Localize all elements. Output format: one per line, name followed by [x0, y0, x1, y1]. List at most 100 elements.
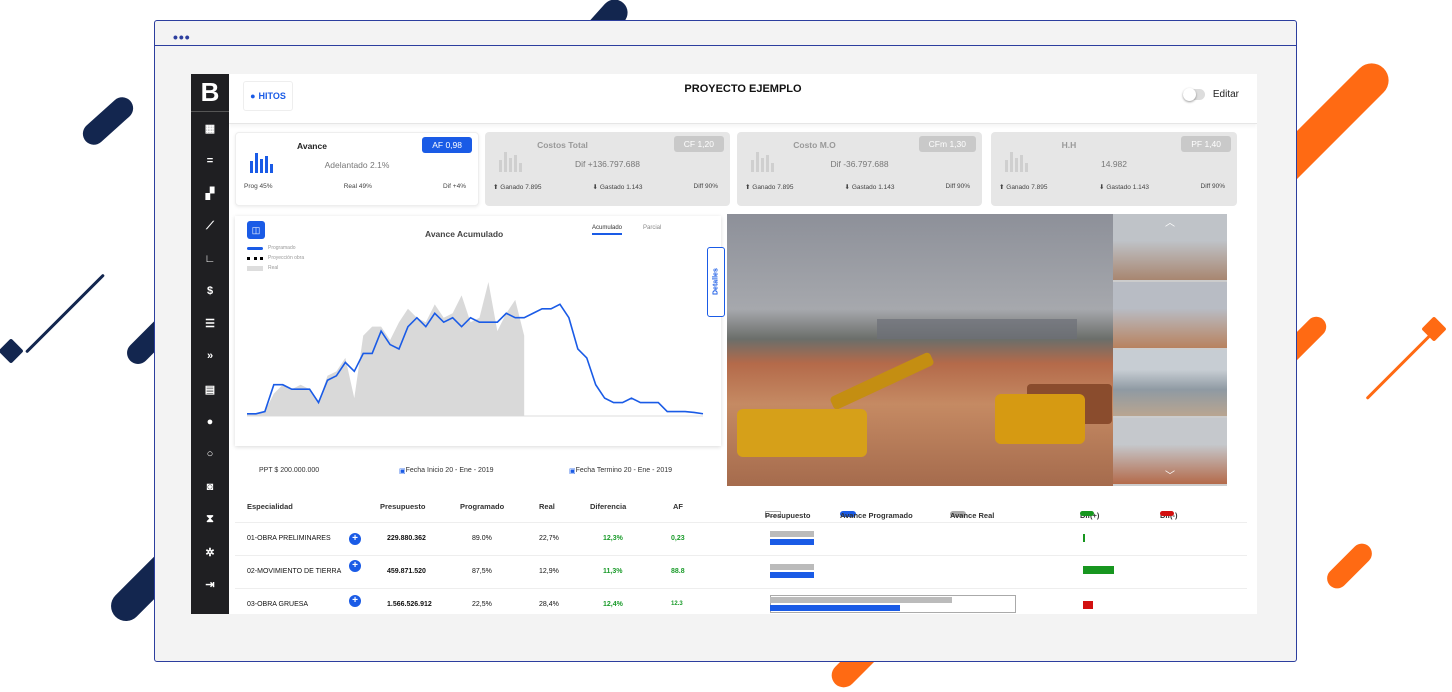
kpi-title: Avance [297, 141, 327, 151]
logout-icon[interactable]: ⇥ [191, 568, 229, 601]
legend-proyeccion: Proyección obra [247, 253, 304, 263]
table-header: Especialidad Presupuesto Programado Real… [235, 492, 1247, 522]
sidebar: B ▦ = ▞ ⟋ ∟ $ ☰ » ▤ ● ○ ◙ ⧗ ✲ ⇥ [191, 74, 229, 614]
cell-real: 28,4% [539, 601, 559, 608]
kpi-foot-3: Diff 90% [1200, 183, 1225, 190]
chevron-up-icon[interactable]: ︿ [1113, 214, 1227, 229]
series-real-area [247, 282, 525, 416]
trend-icon[interactable]: ⟋ [191, 210, 229, 243]
dollar-icon[interactable]: $ [191, 275, 229, 308]
avance-chart-card: ◫ Avance Acumulado Acumulado Parcial Pro… [235, 216, 725, 446]
cell-especialidad: 02-MOVIMIENTO DE TIERRA [247, 568, 342, 575]
expand-plus-icon[interactable]: + [349, 595, 361, 607]
col-especialidad: Especialidad [247, 502, 293, 511]
kpi-card-avance[interactable]: Avance AF 0,98 Adelantado 2.1% Prog 45% … [235, 132, 479, 206]
photo-excavator [737, 409, 867, 457]
cell-diferencia: 12,3% [603, 535, 623, 542]
kpi-card-costo-mo[interactable]: Costo M.O CFm 1,30 Dif -36.797.688 ⬆ Gan… [737, 132, 982, 206]
kpi-foot-1: Prog 45% [244, 183, 273, 190]
bar-real [770, 564, 815, 570]
table-row[interactable]: 02-MOVIMIENTO DE TIERRA + 459.871.520 87… [235, 555, 1247, 588]
thumbnail[interactable] [1113, 282, 1227, 348]
fecha-termino: ▣ Fecha Termino 20 - Ene - 2019 [569, 467, 672, 475]
construction-photo[interactable] [727, 214, 1113, 486]
cell-especialidad: 03-OBRA GRUESA [247, 601, 309, 608]
frame-divider [155, 45, 1296, 46]
chart-axis-icon[interactable]: ∟ [191, 242, 229, 275]
bar-real [770, 531, 815, 537]
kpi-badge: AF 0,98 [422, 137, 472, 153]
camera-icon[interactable]: ◙ [191, 471, 229, 504]
chart-legend: Programado Proyección obra Real [247, 243, 304, 273]
col-diferencia: Diferencia [590, 502, 627, 511]
edit-label: Editar [1212, 89, 1239, 100]
photo-skyline [877, 319, 1077, 339]
chevron-down-icon[interactable]: ﹀ [1113, 467, 1227, 482]
kpi-main-value: 14.982 [1101, 159, 1127, 169]
decor-stroke [25, 273, 105, 354]
window-dots: ••• [173, 29, 191, 45]
edit-toggle[interactable] [1182, 88, 1205, 101]
kpi-main-value: Dif -36.797.688 [830, 159, 889, 169]
bar-programado [770, 572, 815, 578]
table-row[interactable]: 01-OBRA PRELIMINARES + 229.880.362 89.0%… [235, 522, 1247, 555]
kpi-footer: Prog 45% Real 49% Dif +4% [244, 183, 466, 190]
menu-equal-icon[interactable]: = [191, 145, 229, 178]
project-title: PROYECTO EJEMPLO [684, 83, 802, 95]
user-outline-icon[interactable]: ○ [191, 438, 229, 471]
kpi-foot-2: Real 49% [343, 183, 372, 190]
kpi-foot-1: ⬆ Ganado 7.895 [999, 184, 1048, 191]
bar-diferencia [1083, 534, 1085, 542]
fast-forward-icon[interactable]: » [191, 340, 229, 373]
tab-parcial[interactable]: Parcial [643, 225, 661, 231]
bar-diferencia [1083, 566, 1115, 574]
photo-thumbnails: ︿ ﹀ [1113, 214, 1227, 486]
table-row[interactable]: 03-OBRA GRUESA + 1.566.526.912 22,5% 28,… [235, 588, 1247, 614]
expand-plus-icon[interactable]: + [349, 533, 361, 545]
kpi-foot-3: Diff 90% [945, 183, 970, 190]
kpi-card-costos-total[interactable]: Costos Total CF 1,20 Dif +136.797.688 ⬆ … [485, 132, 730, 206]
legend-real: Real [247, 263, 304, 273]
kpi-foot-3: Diff 90% [693, 183, 718, 190]
cell-programado: 87,5% [472, 568, 492, 575]
cell-real: 22,7% [539, 535, 559, 542]
kpi-foot-2: ⬇ Gastado 1.143 [1099, 184, 1149, 191]
thumbnail[interactable]: ︿ [1113, 214, 1227, 280]
decor-stroke [78, 92, 138, 150]
thumbnail[interactable]: ﹀ [1113, 418, 1227, 484]
cell-real: 12,9% [539, 568, 559, 575]
settings-gear-icon[interactable]: ✲ [191, 536, 229, 569]
kpi-card-hh[interactable]: H.H PF 1,40 14.982 ⬆ Ganado 7.895 ⬇ Gast… [991, 132, 1237, 206]
ppt-value: PPT $ 200.000.000 [259, 467, 320, 474]
calendar-icon[interactable]: ▤ [191, 373, 229, 406]
edit-toggle-group[interactable]: Editar [1182, 88, 1239, 101]
thumbnail[interactable] [1113, 350, 1227, 416]
cell-diferencia: 11,3% [603, 568, 623, 575]
bar-real [770, 597, 953, 603]
list-icon[interactable]: ☰ [191, 308, 229, 341]
kpi-foot-1: ⬆ Ganado 7.895 [493, 184, 542, 191]
kpi-badge: CFm 1,30 [918, 136, 976, 152]
chart-toggle-icon[interactable]: ◫ [247, 221, 265, 239]
dashboard-icon[interactable]: ▞ [191, 177, 229, 210]
expand-plus-icon[interactable]: + [349, 560, 361, 572]
user-icon[interactable]: ● [191, 405, 229, 438]
cell-presupuesto: 459.871.520 [387, 568, 426, 575]
app-window: B ▦ = ▞ ⟋ ∟ $ ☰ » ▤ ● ○ ◙ ⧗ ✲ ⇥ ● HITOS … [191, 74, 1257, 614]
hourglass-icon[interactable]: ⧗ [191, 503, 229, 536]
decor-stroke [0, 338, 24, 364]
tab-acumulado[interactable]: Acumulado [592, 225, 623, 235]
details-button[interactable]: Detalles [707, 247, 725, 317]
kpi-footer: ⬆ Ganado 7.895 ⬇ Gastado 1.143 Diff 90% [745, 183, 970, 191]
apps-grid-icon[interactable]: ▦ [191, 112, 229, 145]
logo[interactable]: B [191, 74, 229, 112]
kpi-main-value: Adelantado 2.1% [324, 160, 390, 170]
kpi-foot-1: ⬆ Ganado 7.895 [745, 184, 794, 191]
cell-programado: 22,5% [472, 601, 492, 608]
cell-af: 12.3 [671, 601, 683, 607]
top-bar: ● HITOS PROYECTO EJEMPLO Editar [229, 74, 1257, 124]
chart-title: Avance Acumulado [425, 229, 504, 239]
fecha-inicio: ▣ Fecha Inicio 20 - Ene - 2019 [399, 467, 494, 475]
cell-af: 0,23 [671, 535, 685, 542]
specialty-table: Especialidad Presupuesto Programado Real… [235, 492, 1247, 614]
